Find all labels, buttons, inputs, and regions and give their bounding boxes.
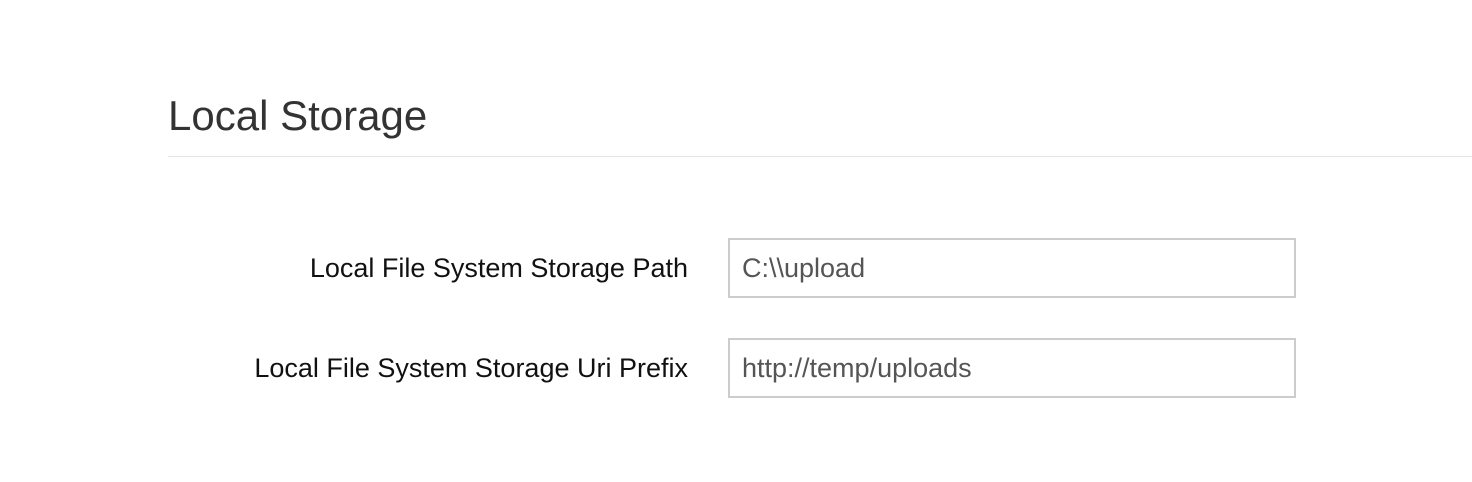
storage-path-input[interactable] [728,238,1296,298]
uri-prefix-input[interactable] [728,338,1296,398]
storage-path-label: Local File System Storage Path [309,253,688,283]
settings-page: Local Storage Local File System Storage … [0,0,1472,482]
uri-prefix-label: Local File System Storage Uri Prefix [254,353,688,383]
form-row-uri-prefix: Local File System Storage Uri Prefix [0,338,1472,398]
section-title: Local Storage [168,92,428,139]
form-row-storage-path: Local File System Storage Path [0,238,1472,298]
section-divider [168,156,1472,157]
